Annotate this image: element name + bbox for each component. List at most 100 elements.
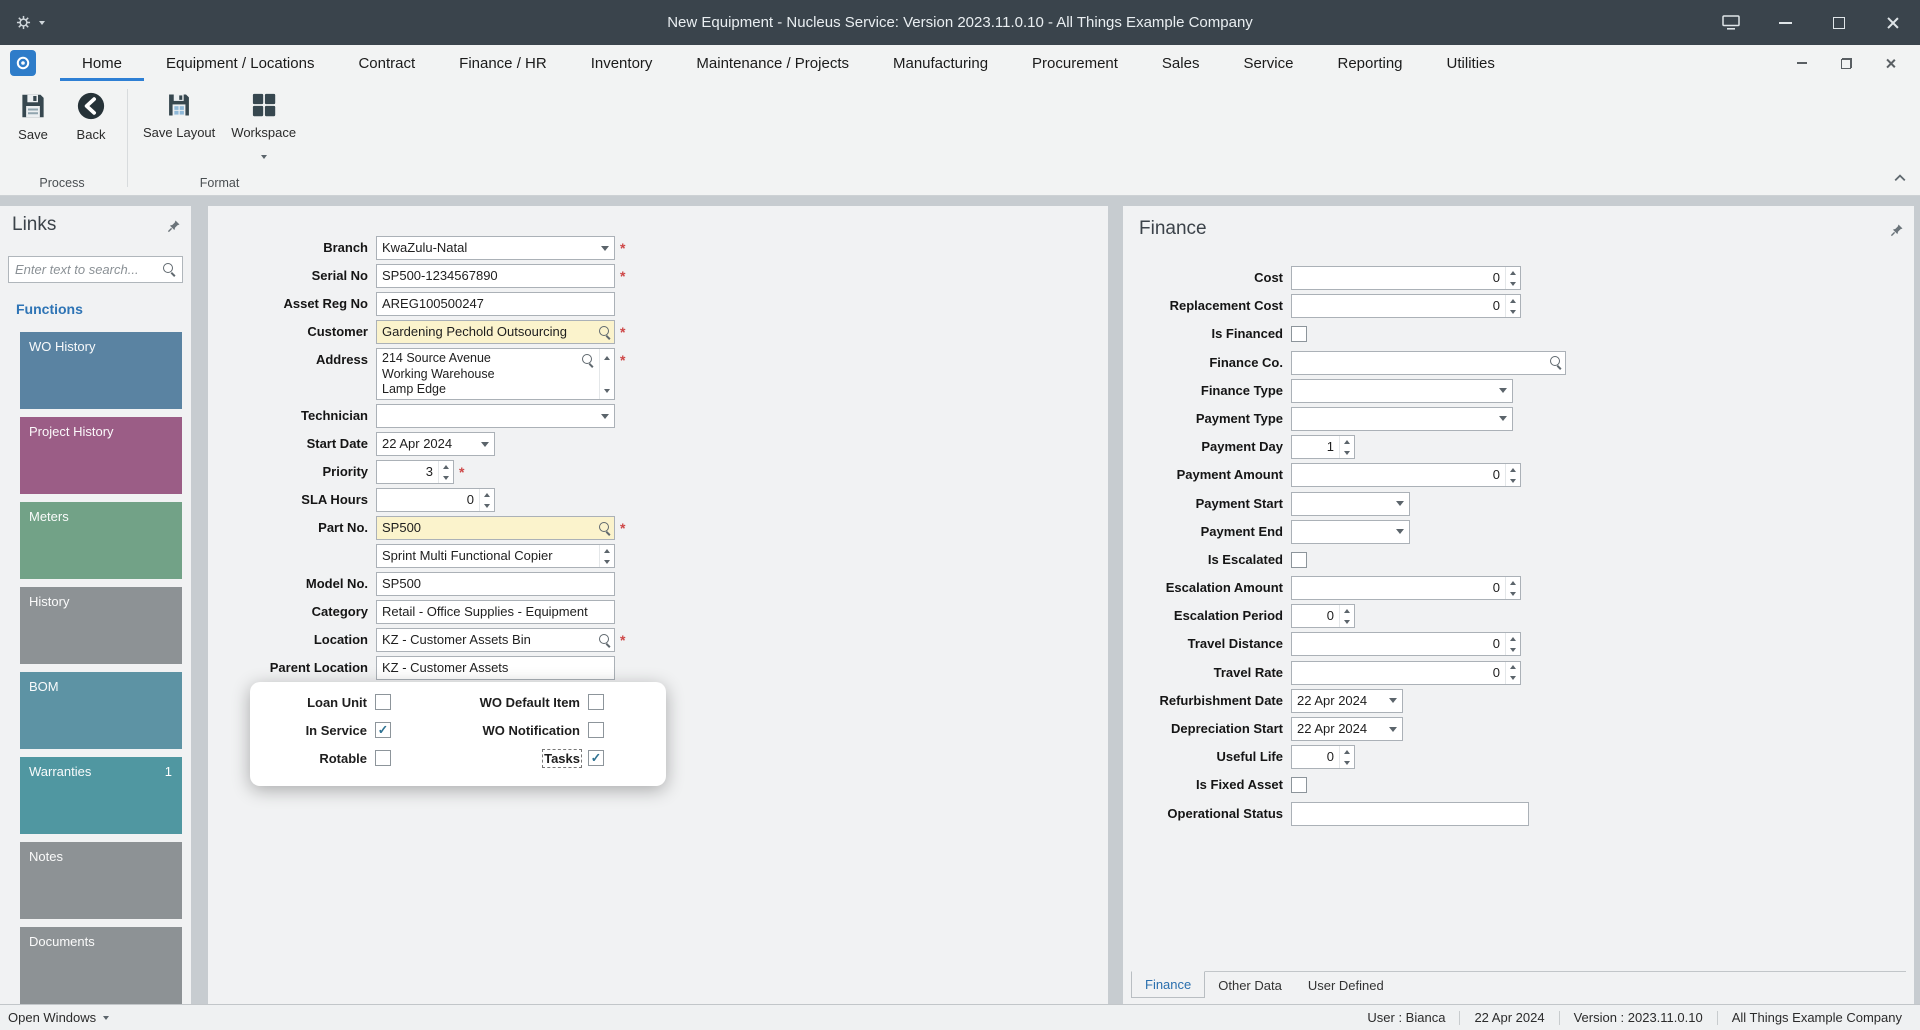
titlebar-system-menu[interactable] [16,15,45,30]
payment-type-field[interactable] [1291,406,1513,431]
sla-hours-spin-up-button[interactable] [480,489,494,500]
escalation-period-spin-up-button[interactable] [1340,605,1354,616]
payment-start-field[interactable] [1291,491,1410,516]
refurbishment-date-field[interactable]: 22 Apr 2024 [1291,688,1403,713]
link-wo-history[interactable]: WO History [20,332,182,409]
replacement-cost-spin-up-button[interactable] [1506,295,1520,306]
payment-end-field[interactable] [1291,519,1410,544]
payment-amount-spin-up-button[interactable] [1506,464,1520,475]
escalation-amount-spin-down-button[interactable] [1506,588,1520,599]
part-no-search-button[interactable] [596,517,614,539]
collapse-ribbon-button[interactable] [1894,169,1906,187]
tab-contract[interactable]: Contract [336,45,437,81]
is-financed-checkbox[interactable] [1291,326,1307,343]
priority-spin-up-button[interactable] [439,461,453,472]
address-scroll-down-button[interactable] [600,385,614,396]
payment-amount-field[interactable]: 0 [1291,463,1521,488]
address-scroll-up-button[interactable] [600,352,614,363]
depreciation-start-field[interactable]: 22 Apr 2024 [1291,717,1403,741]
tab-utilities[interactable]: Utilities [1425,45,1517,81]
wo-default-item-checkbox[interactable] [588,694,604,710]
part-no-field[interactable]: SP500 [376,516,615,540]
category-field[interactable]: Retail - Office Supplies - Equipment [376,600,615,624]
finance-co-field[interactable] [1291,350,1566,375]
payment-day-spin-up-button[interactable] [1340,436,1354,447]
replacement-cost-field[interactable]: 0 [1291,294,1521,319]
document-restore-button[interactable] [1824,48,1868,78]
useful-life-spin-up-button[interactable] [1340,746,1354,757]
location-search-button[interactable] [596,629,614,651]
escalation-period-field[interactable]: 0 [1291,604,1355,629]
address-search-button[interactable] [577,349,599,399]
display-toggle-button[interactable] [1704,0,1758,45]
payment-day-field[interactable]: 1 [1291,435,1355,460]
location-field[interactable]: KZ - Customer Assets Bin [376,628,615,652]
travel-rate-field[interactable]: 0 [1291,660,1521,685]
priority-field[interactable]: 3 [376,460,454,484]
tab-manufacturing[interactable]: Manufacturing [871,45,1010,81]
maximize-button[interactable] [1812,0,1866,45]
document-close-button[interactable] [1868,48,1912,78]
payment-day-spin-down-button[interactable] [1340,447,1354,458]
useful-life-field[interactable]: 0 [1291,745,1355,770]
minimize-button[interactable] [1758,0,1812,45]
payment-start-dropdown-button[interactable] [1391,493,1409,515]
refurbishment-date-dropdown-button[interactable] [1384,690,1402,712]
tab-sales[interactable]: Sales [1140,45,1222,81]
link-history[interactable]: History [20,587,182,664]
start-date-dropdown-button[interactable] [476,433,494,455]
links-search-input[interactable] [9,262,163,277]
travel-rate-spin-down-button[interactable] [1506,673,1520,684]
asset-reg-no-field[interactable]: AREG100500247 [376,292,615,316]
rotable-checkbox[interactable] [375,750,391,766]
tab-service[interactable]: Service [1221,45,1315,81]
branch-dropdown-button[interactable] [596,237,614,259]
travel-distance-spin-down-button[interactable] [1506,644,1520,655]
replacement-cost-spin-down-button[interactable] [1506,306,1520,317]
loan-unit-checkbox[interactable] [375,694,391,710]
cost-spin-down-button[interactable] [1506,278,1520,289]
cost-spin-up-button[interactable] [1506,267,1520,278]
wo-notification-checkbox[interactable] [588,722,604,738]
sla-hours-spin-down-button[interactable] [480,500,494,511]
finance-type-dropdown-button[interactable] [1494,380,1512,402]
sla-hours-field[interactable]: 0 [376,488,495,512]
parent-location-field[interactable]: KZ - Customer Assets [376,656,615,680]
model-no-field[interactable]: SP500 [376,572,615,596]
start-date-field[interactable]: 22 Apr 2024 [376,432,495,456]
save-layout-button[interactable]: Save Layout [135,87,223,176]
is-fixed-asset-checkbox[interactable] [1291,777,1307,794]
escalation-amount-field[interactable]: 0 [1291,576,1521,601]
address-field[interactable]: 214 Source Avenue Working Warehouse Lamp E… [376,348,615,400]
link-notes[interactable]: Notes [20,842,182,919]
technician-dropdown-button[interactable] [596,405,614,427]
depreciation-start-dropdown-button[interactable] [1384,718,1402,740]
workspace-button[interactable]: Workspace [223,87,304,176]
tab-finance-hr[interactable]: Finance / HR [437,45,569,81]
tasks-checkbox[interactable]: ✓ [588,750,604,766]
travel-distance-field[interactable]: 0 [1291,632,1521,657]
document-minimize-button[interactable] [1780,48,1824,78]
tab-procurement[interactable]: Procurement [1010,45,1140,81]
tab-user-defined[interactable]: User Defined [1295,972,1397,998]
link-warranties[interactable]: Warranties 1 [20,757,182,834]
search-icon[interactable] [163,263,176,276]
tab-inventory[interactable]: Inventory [569,45,675,81]
is-escalated-checkbox[interactable] [1291,551,1307,568]
customer-field[interactable]: Gardening Pechold Outsourcing [376,320,615,344]
travel-distance-spin-up-button[interactable] [1506,633,1520,644]
cost-field[interactable]: 0 [1291,266,1521,290]
pin-icon[interactable] [1890,223,1904,237]
save-button[interactable]: Save [4,87,62,176]
part-description-field[interactable]: Sprint Multi Functional Copier [376,544,615,568]
serial-no-field[interactable]: SP500-1234567890 [376,264,615,288]
pin-icon[interactable] [167,219,181,233]
finance-type-field[interactable] [1291,378,1513,403]
useful-life-spin-down-button[interactable] [1340,757,1354,768]
in-service-checkbox[interactable]: ✓ [375,722,391,738]
link-project-history[interactable]: Project History [20,417,182,494]
finance-co-search-button[interactable] [1547,352,1565,374]
payment-type-dropdown-button[interactable] [1494,408,1512,430]
link-bom[interactable]: BOM [20,672,182,749]
tab-maintenance-projects[interactable]: Maintenance / Projects [674,45,871,81]
